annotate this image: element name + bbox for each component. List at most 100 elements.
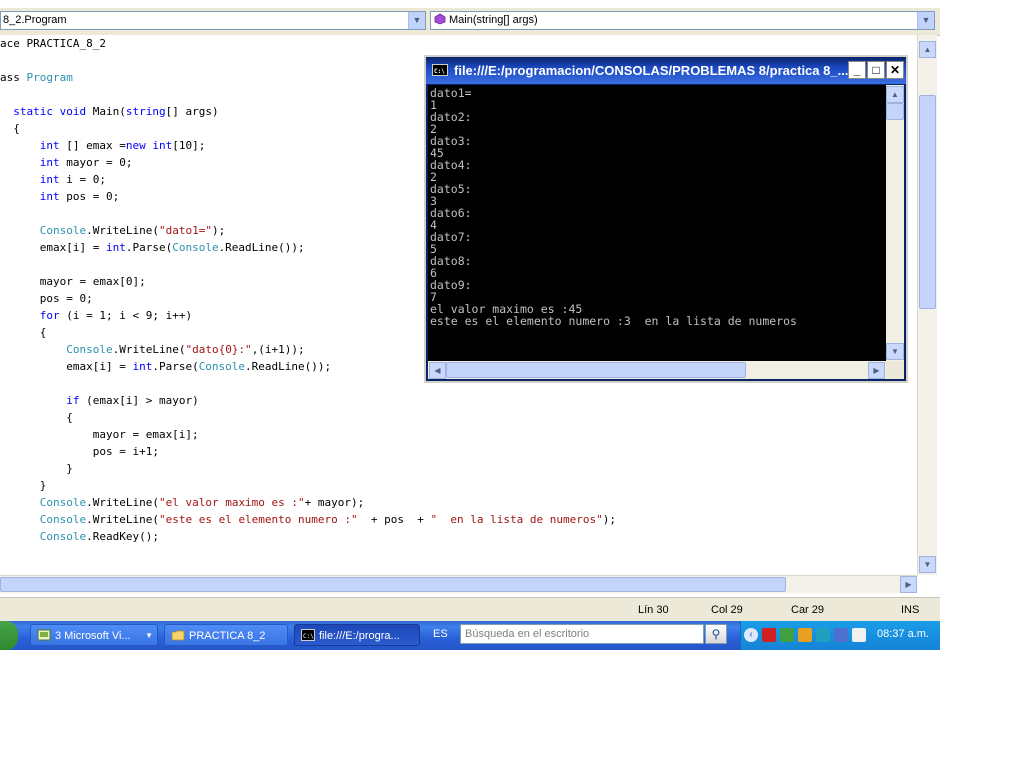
network-icon[interactable] — [780, 628, 794, 642]
editor-vertical-scrollbar[interactable]: ▲ ▼ — [917, 35, 937, 575]
scroll-thumb[interactable] — [886, 103, 904, 120]
start-button[interactable] — [0, 621, 18, 650]
code-token: "dato{0}:" — [185, 343, 252, 356]
code-line: if (emax[i] > mayor) — [0, 392, 199, 409]
code-line: pos = 0; — [0, 290, 93, 307]
search-icon[interactable]: ⚲ — [705, 624, 727, 644]
code-line: for (i = 1; i < 9; i++) — [0, 307, 192, 324]
close-button[interactable]: ✕ — [886, 61, 904, 79]
code-line: emax[i] = int.Parse(Console.ReadLine()); — [0, 358, 331, 375]
taskbar-button-console[interactable]: C:\ file:///E:/progra... — [294, 624, 420, 646]
system-tray: ‹ 08:37 a.m. — [740, 621, 940, 650]
status-bar: Lín 30 Col 29 Car 29 INS — [0, 597, 940, 622]
taskbar: 3 Microsoft Vi... ▼ PRACTICA 8_2 C:\ fil… — [0, 621, 940, 650]
scroll-thumb[interactable] — [0, 577, 786, 592]
messenger-icon[interactable] — [852, 628, 866, 642]
code-token: "este es el elemento numero :" — [158, 513, 358, 526]
connection-icon[interactable] — [816, 628, 830, 642]
type-dropdown-value: 8_2.Program — [3, 14, 67, 26]
update-icon[interactable] — [798, 628, 812, 642]
console-output: dato1= 1 dato2: 2 dato3: 45 dato4: 2 dato5: 3 dato… — [428, 85, 886, 361]
code-line: { — [0, 120, 20, 137]
scroll-down-icon[interactable]: ▼ — [919, 556, 936, 573]
code-line: mayor = emax[i]; — [0, 426, 199, 443]
clock: 08:37 a.m. — [877, 628, 929, 640]
folder-icon — [171, 630, 185, 641]
code-line: ass Program — [0, 69, 73, 86]
acrobat-icon[interactable] — [762, 628, 776, 642]
desktop-search-input[interactable]: Búsqueda en el escritorio — [460, 624, 704, 644]
taskbar-button-label: 3 Microsoft Vi... — [55, 630, 131, 642]
code-token: (emax[i] > mayor) — [79, 394, 199, 407]
code-line: emax[i] = int.Parse(Console.ReadLine()); — [0, 239, 305, 256]
code-token: Console — [66, 343, 113, 356]
code-line: int mayor = 0; — [0, 154, 133, 171]
code-line: Console.WriteLine("el valor maximo es :"… — [0, 494, 365, 511]
code-token: Console — [39, 530, 87, 543]
member-dropdown[interactable]: Main(string[] args) ▼ — [430, 11, 935, 30]
scroll-up-icon[interactable]: ▲ — [919, 41, 936, 58]
code-token: Main( — [86, 105, 126, 118]
code-token: ,(i+1)); — [251, 343, 305, 356]
display-icon[interactable] — [834, 628, 848, 642]
taskbar-button-visual-studio[interactable]: 3 Microsoft Vi... ▼ — [30, 624, 158, 646]
code-line: { — [0, 409, 73, 426]
editor-horizontal-scrollbar[interactable]: ▶ — [0, 575, 917, 593]
chevron-down-icon: ▼ — [145, 631, 153, 640]
code-token: [] emax = — [59, 139, 126, 152]
tray-expand-icon[interactable]: ‹ — [744, 628, 758, 642]
code-token: "el valor maximo es :" — [158, 496, 305, 509]
code-token: .WriteLine( — [86, 496, 159, 509]
console-icon: C:\ — [432, 64, 448, 76]
code-line: int i = 0; — [0, 171, 106, 188]
type-dropdown[interactable]: 8_2.Program ▼ — [0, 11, 426, 30]
code-token: .WriteLine( — [86, 513, 159, 526]
status-line: Lín 30 — [638, 604, 669, 616]
method-icon — [434, 13, 446, 25]
member-dropdown-text: Main(string[] args) — [449, 14, 538, 26]
scroll-down-icon[interactable]: ▼ — [886, 343, 904, 360]
code-token: pos = 0; — [59, 190, 120, 203]
chevron-down-icon[interactable]: ▼ — [917, 12, 934, 29]
code-line: Console.WriteLine("dato1="); — [0, 222, 225, 239]
scroll-left-icon[interactable]: ◀ — [429, 362, 446, 379]
console-window[interactable]: C:\ file:///E:/programacion/CONSOLAS/PRO… — [424, 55, 908, 383]
code-line: Console.ReadKey(); — [0, 528, 159, 545]
code-token: int — [39, 156, 60, 169]
language-indicator[interactable]: ES — [433, 628, 448, 640]
scroll-right-icon[interactable]: ▶ — [900, 576, 917, 593]
chevron-down-icon[interactable]: ▼ — [408, 12, 425, 29]
scroll-up-icon[interactable]: ▲ — [886, 86, 904, 103]
console-title-bar[interactable]: C:\ file:///E:/programacion/CONSOLAS/PRO… — [426, 57, 906, 84]
console-vertical-scrollbar[interactable]: ▲ ▼ — [886, 85, 904, 361]
code-token: int — [39, 190, 60, 203]
maximize-button[interactable]: □ — [867, 61, 885, 79]
scroll-thumb[interactable] — [919, 95, 936, 309]
code-token: Console — [172, 241, 219, 254]
status-insert-mode: INS — [901, 604, 920, 616]
resize-grip[interactable] — [886, 361, 904, 379]
minimize-button[interactable]: _ — [848, 61, 866, 79]
code-token: Console — [39, 513, 87, 526]
code-token: string — [125, 105, 166, 118]
taskbar-button-folder[interactable]: PRACTICA 8_2 — [164, 624, 288, 646]
code-line: } — [0, 477, 47, 494]
code-token: } — [0, 479, 47, 492]
code-token: pos = 0; — [0, 292, 93, 305]
code-token: int — [132, 360, 153, 373]
scroll-right-icon[interactable]: ▶ — [868, 362, 885, 379]
code-token: ass — [0, 71, 27, 84]
code-token: { — [0, 122, 20, 135]
console-title: file:///E:/programacion/CONSOLAS/PROBLEM… — [454, 63, 849, 78]
code-token: for — [39, 309, 60, 322]
scroll-thumb[interactable] — [446, 362, 746, 378]
visual-studio-icon — [37, 629, 51, 641]
status-char: Car 29 — [791, 604, 825, 616]
console-horizontal-scrollbar[interactable]: ◀ ▶ — [428, 361, 886, 379]
